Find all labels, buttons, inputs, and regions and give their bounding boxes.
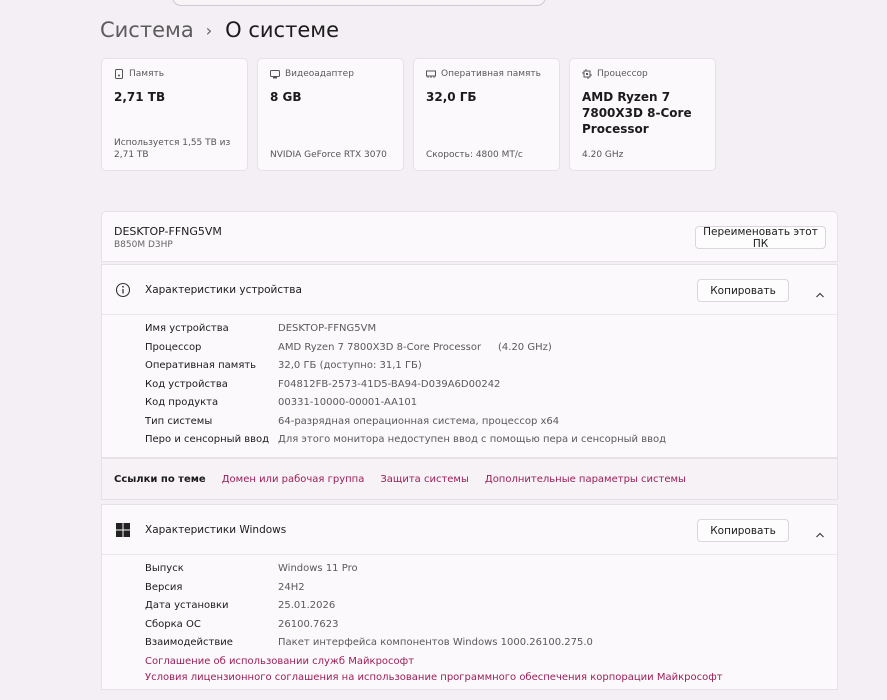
- card-storage: Память 2,71 ТВ Используется 1,55 ТВ из 2…: [101, 58, 248, 171]
- spec-key: Тип системы: [145, 415, 213, 427]
- spec-row: Код продукта 00331-10000-00001-AA101: [102, 395, 837, 414]
- pc-name-row: DESKTOP-FFNG5VM B850M D3HP Переименовать…: [101, 211, 838, 262]
- card-label: Видеоадаптер: [285, 69, 354, 79]
- info-icon: [115, 282, 131, 298]
- spec-row: Дата установки 25.01.2026: [102, 598, 837, 617]
- spec-value: 25.01.2026: [278, 600, 336, 611]
- processor-icon: [582, 69, 592, 79]
- section-title: Характеристики Windows: [145, 524, 287, 536]
- spec-value: Windows 11 Pro: [278, 563, 358, 574]
- spec-key: Процессор: [145, 341, 202, 353]
- link-services-agreement[interactable]: Соглашение об использовании служб Майкро…: [145, 656, 414, 667]
- spec-value: Пакет интерфейса компонентов Windows 100…: [278, 637, 593, 648]
- link-domain-workgroup[interactable]: Домен или рабочая группа: [222, 474, 365, 485]
- card-sub: Используется 1,55 ТВ из 2,71 ТВ: [114, 138, 231, 160]
- chevron-up-icon[interactable]: [815, 285, 825, 298]
- spec-row: Тип системы 64-разрядная операционная си…: [102, 414, 837, 433]
- card-label: Память: [129, 69, 165, 79]
- gpu-icon: [270, 69, 280, 79]
- spec-row: Перо и сенсорный ввод Для этого монитора…: [102, 432, 837, 451]
- spec-value: 64-разрядная операционная система, проце…: [278, 415, 560, 427]
- spec-key: Версия: [145, 581, 183, 593]
- spec-row: Имя устройства DESKTOP-FFNG5VM: [102, 321, 837, 340]
- device-specs-list: Имя устройства DESKTOP-FFNG5VM Процессор…: [102, 315, 837, 451]
- spec-key: Взаимодействие: [145, 637, 233, 648]
- spec-key: Дата установки: [145, 600, 229, 611]
- card-sub: NVIDIA GeForce RTX 3070: [270, 150, 387, 160]
- page-title: О системе: [225, 18, 339, 42]
- card-label: Процессор: [597, 69, 648, 79]
- device-specs-header[interactable]: Характеристики устройства Копировать: [102, 265, 837, 315]
- card-value: 2,71 ТВ: [114, 90, 166, 104]
- spec-key: Выпуск: [145, 563, 184, 574]
- spec-value: AMD Ryzen 7 7800X3D 8-Core Processor: [278, 341, 482, 353]
- windows-specs-list: Выпуск Windows 11 Pro Версия 24H2 Дата у…: [102, 555, 837, 683]
- related-links-title: Ссылки по теме: [114, 473, 206, 485]
- spec-row: Сборка ОС 26100.7623: [102, 617, 837, 636]
- spec-row: Версия 24H2: [102, 580, 837, 599]
- spec-value: DESKTOP-FFNG5VM: [278, 323, 377, 334]
- pc-name: DESKTOP-FFNG5VM: [114, 225, 222, 238]
- spec-key: Сборка ОС: [145, 618, 201, 630]
- link-system-protection[interactable]: Защита системы: [380, 474, 469, 485]
- section-title: Характеристики устройства: [145, 284, 302, 296]
- card-sub: 4.20 GHz: [582, 150, 624, 160]
- spec-value: F04812FB-2573-41D5-BA94-D039A6D00242: [278, 378, 501, 390]
- summary-cards: Память 2,71 ТВ Используется 1,55 ТВ из 2…: [101, 58, 716, 171]
- spec-row: Выпуск Windows 11 Pro: [102, 561, 837, 580]
- pc-model: B850M D3HP: [114, 240, 173, 250]
- copy-device-specs-button[interactable]: Копировать: [697, 279, 789, 302]
- spec-key: Имя устройства: [145, 323, 229, 334]
- card-processor: Процессор AMD Ryzen 7 7800X3D 8-Core Pro…: [569, 58, 716, 171]
- spec-value: Для этого монитора недоступен ввод с пом…: [278, 434, 667, 445]
- card-value: 8 GB: [270, 90, 302, 104]
- spec-row: Код устройства F04812FB-2573-41D5-BA94-D…: [102, 377, 837, 396]
- rename-pc-button[interactable]: Переименовать этот ПК: [695, 226, 826, 250]
- breadcrumb-system[interactable]: Система: [100, 18, 194, 42]
- copy-windows-specs-button[interactable]: Копировать: [697, 519, 789, 542]
- spec-key: Оперативная память: [145, 360, 257, 371]
- spec-key: Перо и сенсорный ввод: [145, 434, 270, 445]
- card-value: AMD Ryzen 7 7800X3D 8-Core Processor: [582, 90, 692, 136]
- spec-value: 00331-10000-00001-AA101: [278, 397, 418, 408]
- spec-row: Взаимодействие Пакет интерфейса компонен…: [102, 635, 837, 654]
- spec-key: Код устройства: [145, 378, 228, 390]
- link-license-terms[interactable]: Условия лицензионного соглашения на испо…: [145, 672, 723, 683]
- windows-specs-section: Характеристики Windows Копировать Выпуск…: [101, 504, 838, 690]
- windows-logo-icon: [115, 522, 131, 538]
- card-value: 32,0 ГБ: [426, 90, 477, 104]
- spec-value: 32,0 ГБ (доступно: 31,1 ГБ): [278, 360, 422, 371]
- spec-extra: (4.20 GHz): [498, 341, 552, 353]
- device-specs-section: Характеристики устройства Копировать Имя…: [101, 264, 838, 458]
- spec-value: 26100.7623: [278, 618, 339, 630]
- breadcrumb-separator: ›: [205, 20, 213, 40]
- spec-row: Процессор AMD Ryzen 7 7800X3D 8-Core Pro…: [102, 340, 837, 359]
- ram-icon: [426, 69, 436, 79]
- chevron-up-icon[interactable]: [815, 525, 825, 538]
- windows-specs-header[interactable]: Характеристики Windows Копировать: [102, 505, 837, 555]
- card-ram: Оперативная память 32,0 ГБ Скорость: 480…: [413, 58, 560, 171]
- related-links: Ссылки по теме Домен или рабочая группа …: [101, 458, 838, 500]
- card-sub: Скорость: 4800 MT/с: [426, 150, 523, 160]
- storage-icon: [114, 69, 124, 79]
- spec-value: 24H2: [278, 581, 305, 593]
- search-box[interactable]: [172, 0, 546, 6]
- spec-row: Оперативная память 32,0 ГБ (доступно: 31…: [102, 358, 837, 377]
- link-advanced-system-settings[interactable]: Дополнительные параметры системы: [485, 474, 686, 485]
- card-gpu: Видеоадаптер 8 GB NVIDIA GeForce RTX 307…: [257, 58, 404, 171]
- spec-key: Код продукта: [145, 397, 219, 408]
- breadcrumb: Система › О системе: [100, 18, 339, 42]
- card-label: Оперативная память: [441, 69, 541, 79]
